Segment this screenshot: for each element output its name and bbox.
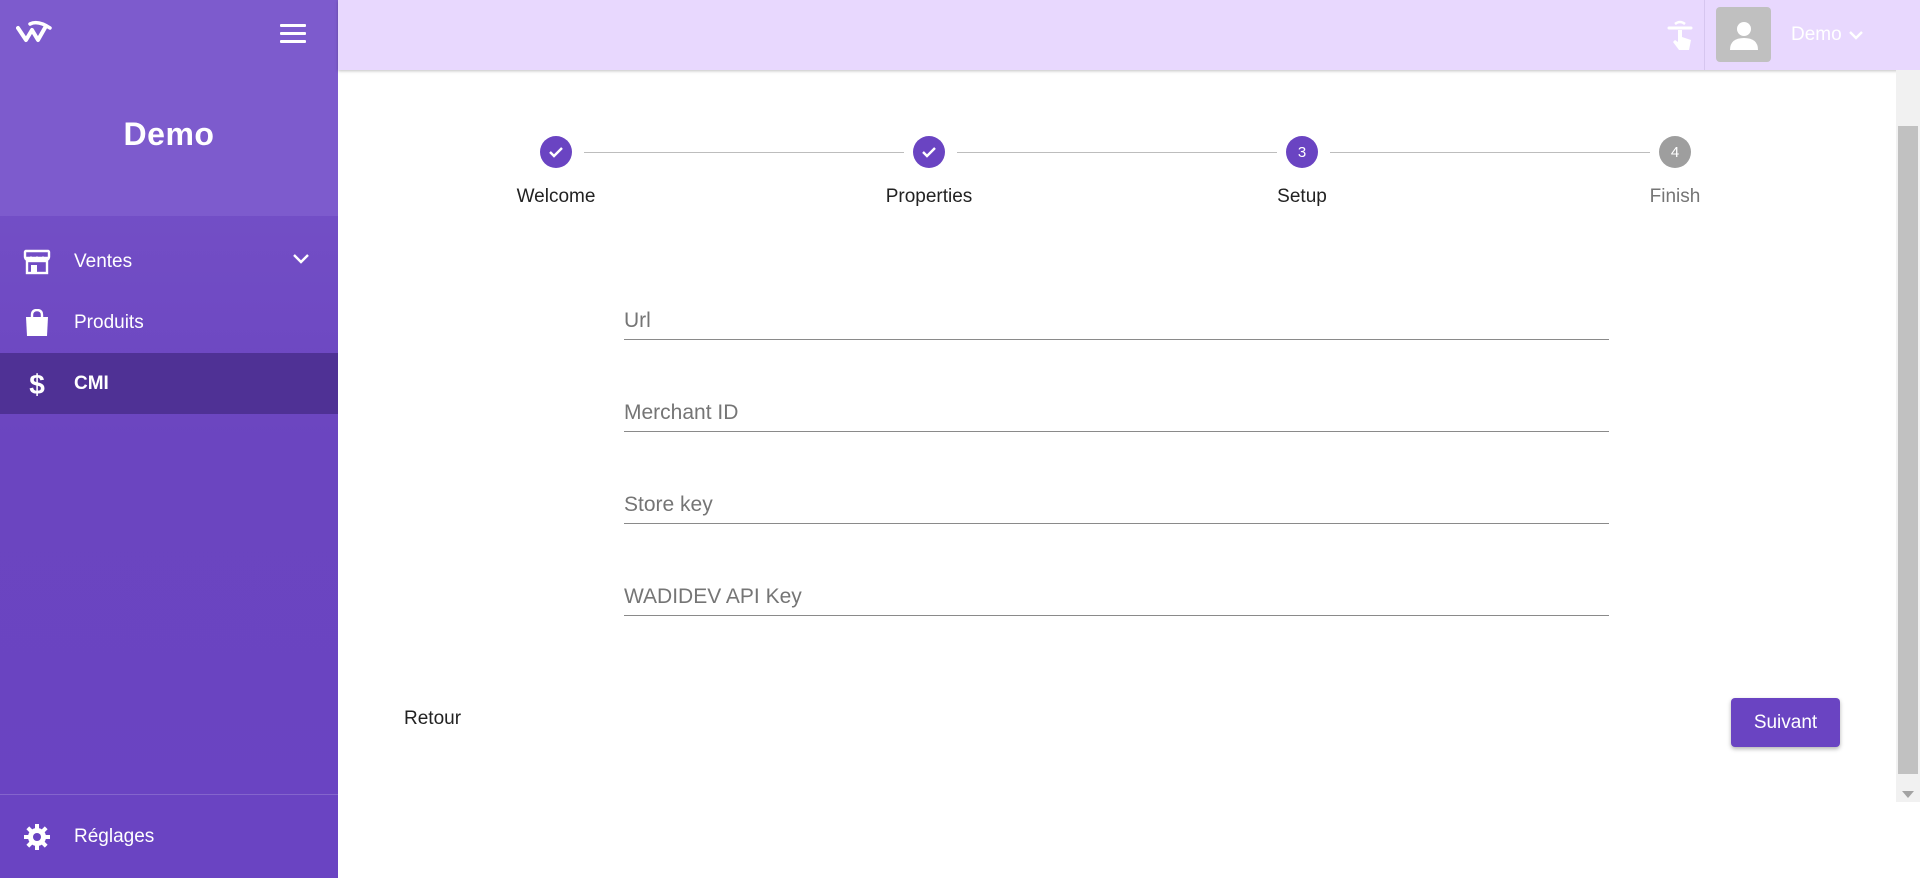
scroll-down-arrow-icon[interactable] (1902, 791, 1914, 798)
gear-icon (22, 822, 52, 852)
top-bar: Demo (338, 0, 1920, 70)
step-number: 4 (1659, 136, 1691, 168)
chevron-down-icon[interactable] (292, 253, 310, 265)
api-key-input[interactable] (624, 585, 1609, 609)
step-label: Setup (1277, 186, 1327, 207)
brand-logo-icon[interactable] (16, 18, 56, 50)
step-setup: 3 Setup (1202, 130, 1402, 208)
check-icon (913, 136, 945, 168)
avatar-icon (1729, 21, 1758, 50)
step-finish: 4 Finish (1575, 130, 1775, 208)
store-icon (22, 247, 52, 277)
step-welcome: Welcome (456, 130, 656, 208)
setup-stepper: Welcome Properties 3 Setup 4 Finish (338, 130, 1898, 220)
sidebar-nav: Ventes Produits $ CMI (0, 231, 338, 414)
sidebar-item-label: Produits (74, 311, 144, 333)
store-key-input[interactable] (624, 493, 1609, 517)
scrollbar-thumb[interactable] (1898, 126, 1918, 774)
check-icon (540, 136, 572, 168)
sidebar-item-ventes[interactable]: Ventes (0, 231, 338, 292)
avatar[interactable] (1716, 7, 1771, 62)
dollar-icon: $ (22, 369, 52, 399)
step-properties: Properties (829, 130, 1029, 208)
sidebar-item-produits[interactable]: Produits (0, 292, 338, 353)
store-key-field-container (624, 464, 1609, 524)
tap-gesture-icon[interactable] (1663, 18, 1697, 52)
step-label: Properties (885, 186, 973, 207)
url-field-container (624, 280, 1609, 340)
shopping-bag-icon (22, 308, 52, 338)
sidebar: Demo Ventes Produits $ CMI Réglages (0, 0, 338, 878)
user-menu[interactable]: Demo (1791, 24, 1864, 46)
step-label: Finish (1649, 186, 1701, 207)
menu-toggle-icon[interactable] (280, 24, 306, 46)
back-button[interactable]: Retour (396, 698, 469, 740)
merchant-id-input[interactable] (624, 401, 1609, 425)
chevron-down-icon (1848, 31, 1863, 40)
workspace-title: Demo (123, 116, 215, 152)
top-bar-divider (1704, 0, 1705, 70)
sidebar-item-cmi[interactable]: $ CMI (0, 353, 338, 414)
step-label: Welcome (516, 186, 596, 207)
merchant-id-field-container (624, 372, 1609, 432)
sidebar-header: Demo (0, 0, 338, 216)
sidebar-footer-label: Réglages (74, 825, 155, 847)
svg-text:$: $ (29, 369, 45, 399)
vertical-scrollbar[interactable] (1896, 70, 1920, 802)
sidebar-item-label: CMI (74, 372, 109, 394)
url-input[interactable] (624, 309, 1609, 333)
sidebar-item-reglages[interactable]: Réglages (0, 794, 338, 878)
sidebar-item-label: Ventes (74, 250, 133, 272)
api-key-field-container (624, 556, 1609, 616)
next-button[interactable]: Suivant (1731, 698, 1840, 747)
step-number: 3 (1286, 136, 1318, 168)
user-name: Demo (1791, 24, 1842, 45)
